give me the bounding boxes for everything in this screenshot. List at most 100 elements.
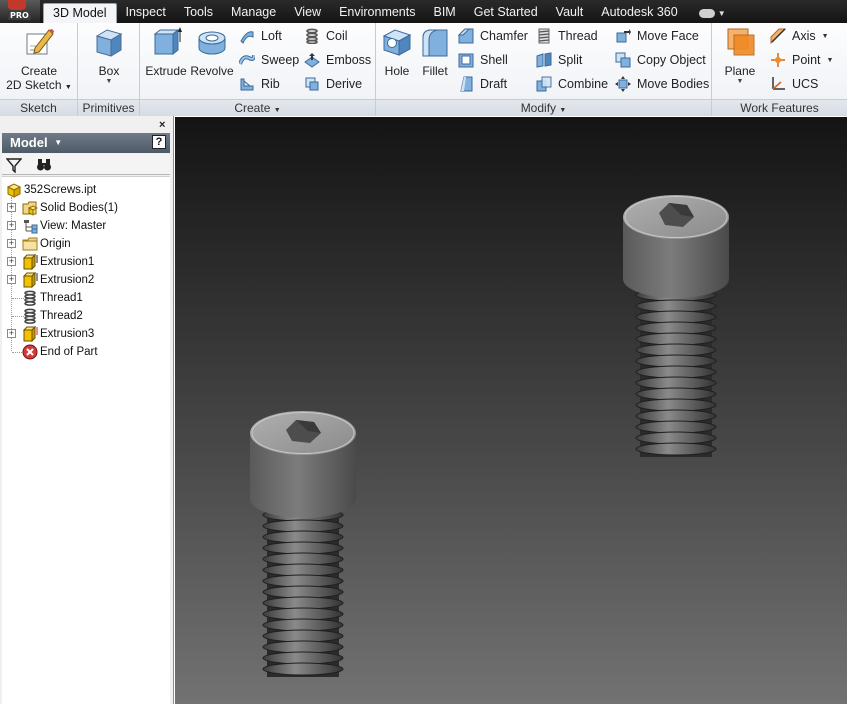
tab-bim[interactable]: BIM — [425, 3, 465, 23]
tab-tools[interactable]: Tools — [175, 3, 222, 23]
tree-node-thread1[interactable]: Thread1 — [7, 289, 83, 307]
point-button[interactable]: Point ▼ — [770, 50, 833, 70]
expand-icon[interactable]: + — [7, 239, 16, 248]
shell-button[interactable]: Shell — [458, 50, 508, 70]
tree-node-label: Extrusion1 — [40, 256, 95, 268]
find-binoculars-icon[interactable] — [36, 157, 52, 173]
move-face-button[interactable]: Move Face — [615, 26, 699, 46]
thread-ridge — [635, 442, 717, 456]
tab-vault[interactable]: Vault — [547, 3, 593, 23]
loft-button[interactable]: Loft — [239, 26, 282, 46]
copy-object-button[interactable]: Copy Object — [615, 50, 706, 70]
panel-title-modify[interactable]: Modify ▼ — [376, 99, 711, 116]
expand-icon[interactable]: + — [7, 329, 16, 338]
hole-label: Hole — [384, 64, 410, 78]
tree-node-origin[interactable]: + Origin — [7, 235, 71, 253]
browser-title: Model — [10, 135, 48, 150]
tab-manage[interactable]: Manage — [222, 3, 285, 23]
thread-ridge — [262, 607, 344, 621]
combine-button[interactable]: Combine — [536, 74, 608, 94]
edition-badge: PRO — [8, 11, 31, 20]
thread-button[interactable]: Thread — [536, 26, 598, 46]
create-sketch-label-line1: Create — [20, 64, 58, 78]
tab-view[interactable]: View — [285, 3, 330, 23]
derive-button[interactable]: Derive — [304, 74, 362, 94]
combine-label: Combine — [558, 77, 609, 91]
revolve-icon — [198, 31, 226, 55]
split-label: Split — [558, 53, 583, 67]
graphics-viewport[interactable] — [175, 117, 847, 704]
sweep-label: Sweep — [261, 53, 300, 67]
expand-icon[interactable]: + — [7, 257, 16, 266]
create-2d-sketch-button[interactable]: Create 2D Sketch ▼ — [4, 26, 74, 95]
extrude-button[interactable]: Extrude — [144, 26, 188, 78]
browser-toolbar — [2, 154, 170, 175]
thread-ridge — [635, 354, 717, 368]
rib-button[interactable]: Rib — [239, 74, 280, 94]
tree-node-extrusion2[interactable]: + Extrusion2 — [7, 271, 94, 289]
tree-node-end-of-part[interactable]: End of Part — [7, 343, 98, 361]
tree-node-solid-bodies[interactable]: + Solid Bodies(1) — [7, 199, 118, 217]
application-menu-button[interactable]: PRO — [0, 0, 40, 23]
panel-sketch: Create 2D Sketch ▼ Sketch — [0, 23, 78, 116]
tab-get-started[interactable]: Get Started — [465, 3, 547, 23]
chamfer-button[interactable]: Chamfer — [458, 26, 528, 46]
browser-header[interactable]: Model ▼ ? — [2, 133, 170, 153]
tab-autodesk-360[interactable]: Autodesk 360 — [592, 3, 686, 23]
tree-node-thread2[interactable]: Thread2 — [7, 307, 83, 325]
axis-button[interactable]: Axis ▼ — [770, 26, 829, 46]
extrusion-icon — [22, 272, 38, 288]
tree-node-view-master[interactable]: + View: Master — [7, 217, 106, 235]
panel-modify: Hole Fillet Chamfer Shell Draft Thread S… — [376, 23, 712, 116]
tree-node-label: Extrusion2 — [40, 274, 95, 286]
tree-node-extrusion3[interactable]: + Extrusion3 — [7, 325, 94, 343]
emboss-icon — [304, 53, 320, 68]
expand-icon[interactable]: + — [7, 275, 16, 284]
hole-button[interactable]: Hole — [378, 26, 416, 78]
sweep-button[interactable]: Sweep — [239, 50, 299, 70]
close-icon[interactable]: × — [159, 119, 165, 131]
panel-title-create[interactable]: Create ▼ — [140, 99, 375, 116]
tree-node-part[interactable]: 352Screws.ipt — [6, 181, 96, 199]
tree-node-extrusion1[interactable]: + Extrusion1 — [7, 253, 94, 271]
draft-button[interactable]: Draft — [458, 74, 507, 94]
panel-work-features: Plane ▼ Axis ▼ Point ▼ UCS Work Features — [712, 23, 847, 116]
ribbon-display-options[interactable]: ▼ — [698, 3, 726, 23]
thread-label: Thread — [558, 29, 598, 43]
tab-3d-model[interactable]: 3D Model — [43, 3, 117, 23]
tree-node-label: Thread1 — [40, 292, 83, 304]
loft-icon — [240, 31, 254, 44]
move-bodies-label: Move Bodies — [637, 77, 710, 91]
chevron-down-icon: ▼ — [736, 78, 744, 85]
ucs-icon — [772, 77, 785, 90]
move-bodies-button[interactable]: Move Bodies — [615, 74, 709, 94]
split-button[interactable]: Split — [536, 50, 582, 70]
box-primitive-icon — [95, 29, 123, 57]
draft-label: Draft — [480, 77, 508, 91]
fillet-button[interactable]: Fillet — [416, 26, 454, 78]
thread-ridge — [262, 530, 344, 544]
coil-button[interactable]: Coil — [304, 26, 348, 46]
box-button[interactable]: Box ▼ — [87, 26, 131, 86]
part-icon — [6, 183, 22, 198]
plane-button[interactable]: Plane ▼ — [718, 26, 762, 86]
thread-ridge — [635, 431, 717, 445]
help-icon[interactable]: ? — [152, 135, 166, 149]
draft-icon — [460, 76, 473, 92]
screw-head-base — [623, 260, 729, 298]
chevron-down-icon: ▼ — [559, 107, 567, 114]
sweep-icon — [239, 54, 255, 65]
thread-ridge — [262, 640, 344, 654]
emboss-button[interactable]: Emboss — [304, 50, 371, 70]
expand-icon[interactable]: + — [7, 221, 16, 230]
revolve-button[interactable]: Revolve — [189, 26, 235, 78]
tab-environments[interactable]: Environments — [330, 3, 424, 23]
ucs-button[interactable]: UCS — [770, 74, 818, 94]
filter-icon[interactable] — [6, 157, 22, 173]
expand-icon[interactable]: + — [7, 203, 16, 212]
shell-icon — [458, 53, 474, 68]
tab-inspect[interactable]: Inspect — [117, 3, 175, 23]
coil-icon — [306, 28, 318, 44]
screw-body-b[interactable] — [250, 411, 356, 677]
screw-body-a[interactable] — [623, 195, 729, 457]
